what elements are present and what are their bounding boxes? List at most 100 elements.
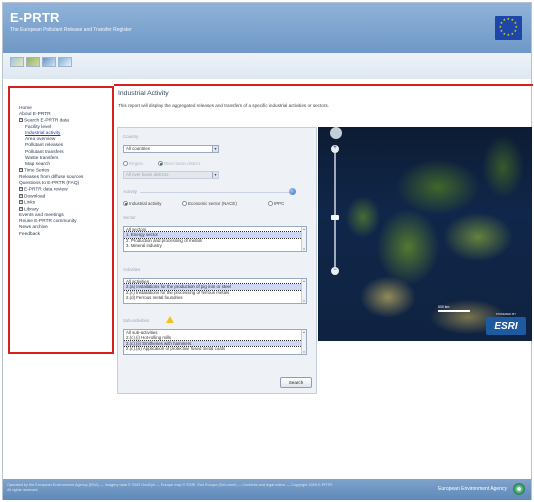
scroll-up-icon[interactable]: ▴ bbox=[302, 279, 306, 283]
sidebar-item-label: Home bbox=[19, 106, 32, 111]
radio-icon bbox=[158, 161, 163, 167]
footer-legal-text: Operated by the European Environment Age… bbox=[7, 483, 334, 492]
sidebar-item-label: Reuse E-PRTR community bbox=[19, 219, 77, 225]
collapse-icon[interactable]: − bbox=[19, 118, 23, 123]
region-radio-label: Region bbox=[129, 161, 143, 166]
page-title: Industrial Activity bbox=[118, 90, 169, 97]
economic-sector-radio[interactable]: Economic sector (NACE) bbox=[182, 201, 237, 207]
region-radio[interactable]: Region bbox=[123, 161, 143, 167]
star-icon: ★ bbox=[506, 17, 510, 22]
radio-icon bbox=[268, 201, 273, 207]
warning-icon bbox=[166, 316, 174, 323]
star-icon: ★ bbox=[502, 18, 506, 23]
star-icon: ★ bbox=[498, 25, 502, 30]
country-select-value: All countries bbox=[126, 146, 150, 151]
map-pan-control[interactable] bbox=[330, 127, 342, 139]
activities-label: Activities bbox=[123, 267, 141, 272]
thumbnail-image bbox=[58, 57, 72, 67]
sidebar-item-label: Industrial activity bbox=[25, 131, 61, 137]
zoom-out-icon[interactable]: − bbox=[331, 267, 339, 275]
map-view[interactable]: + − 500 km POWERED BY ESRI bbox=[318, 127, 532, 341]
map-zoom-slider[interactable]: + − bbox=[331, 145, 339, 275]
content-highlight-border bbox=[114, 84, 533, 86]
thumbnail-image bbox=[42, 57, 56, 67]
sidebar-item-label: Questions to E-PRTR (FAQ) bbox=[19, 180, 80, 186]
sub-activities-listbox[interactable]: All sub-activities 2.(c).(i) Hot-rolling… bbox=[123, 329, 307, 355]
industrial-activity-radio[interactable]: Industrial activity bbox=[123, 201, 162, 207]
expand-icon[interactable]: + bbox=[19, 200, 23, 205]
site-subtitle: The European Pollutant Release and Trans… bbox=[10, 27, 132, 33]
sidebar-item-label: Feedback bbox=[19, 231, 41, 237]
sidebar-item-label: Area overview bbox=[25, 137, 56, 143]
footer-agency-name[interactable]: European Environment Agency bbox=[438, 486, 507, 492]
radio-icon bbox=[182, 201, 187, 207]
star-icon: ★ bbox=[510, 32, 514, 37]
search-button[interactable]: Search bbox=[280, 377, 312, 388]
esri-logo[interactable]: POWERED BY ESRI bbox=[486, 312, 526, 335]
scale-label: 500 km bbox=[438, 305, 450, 309]
esri-logo-text: ESRI bbox=[494, 321, 518, 332]
site-header: E-PRTR The European Pollutant Release an… bbox=[3, 3, 531, 53]
sector-label: Sector bbox=[123, 215, 136, 220]
list-item[interactable]: 3. Mineral industry bbox=[124, 243, 306, 248]
star-icon: ★ bbox=[506, 33, 510, 38]
expand-icon[interactable]: + bbox=[19, 168, 23, 173]
sidebar-item-label: Facility level bbox=[25, 124, 52, 130]
list-item[interactable]: 2.(d) Ferrous metal foundries bbox=[124, 295, 306, 300]
sidebar-item-label: E-PRTR data review bbox=[24, 187, 68, 193]
zoom-in-icon[interactable]: + bbox=[331, 145, 339, 153]
country-label: Country bbox=[123, 134, 139, 139]
sidebar-item[interactable]: Feedback bbox=[19, 232, 112, 238]
star-icon: ★ bbox=[513, 29, 517, 34]
river-basin-radio[interactable]: River basin district bbox=[158, 161, 200, 167]
expand-icon[interactable]: + bbox=[19, 187, 23, 192]
scroll-down-icon[interactable]: ▾ bbox=[302, 350, 306, 354]
radio-icon bbox=[123, 161, 128, 167]
sidebar-item-label: Events and meetings bbox=[19, 213, 64, 219]
expand-icon[interactable]: + bbox=[19, 206, 23, 211]
thumbnail-image bbox=[26, 57, 40, 67]
activities-listbox[interactable]: All activities 2.(a) Installations for t… bbox=[123, 278, 307, 304]
country-select[interactable]: All countries ▾ bbox=[123, 145, 219, 153]
search-panel: Country All countries ▾ Region River bas… bbox=[117, 127, 317, 394]
sector-listbox[interactable]: All sectors 1. Energy sector 2. Producti… bbox=[123, 226, 307, 252]
list-item[interactable]: 2.(c).(iii) Application of protective fu… bbox=[124, 346, 306, 351]
sidebar-item-label: Map search bbox=[25, 162, 51, 168]
sidebar-item-label: Links bbox=[24, 200, 36, 206]
listbox-scrollbar[interactable]: ▴ ▾ bbox=[301, 330, 306, 354]
expand-icon[interactable]: + bbox=[19, 193, 23, 198]
sidebar-nav: Home About E-PRTR − Search E-PRTR data Facil… bbox=[8, 86, 114, 354]
listbox-scrollbar[interactable]: ▴ ▾ bbox=[301, 227, 306, 251]
chevron-down-icon: ▾ bbox=[212, 172, 218, 178]
site-title[interactable]: E-PRTR bbox=[10, 10, 60, 25]
star-icon: ★ bbox=[499, 29, 503, 34]
page-description: This report will display the aggregated … bbox=[118, 103, 329, 108]
scroll-down-icon[interactable]: ▾ bbox=[302, 247, 306, 251]
zoom-handle[interactable] bbox=[331, 215, 339, 220]
river-basin-select[interactable]: All river basin districts ▾ bbox=[123, 171, 219, 179]
scroll-down-icon[interactable]: ▾ bbox=[302, 299, 306, 303]
sidebar-item-label: Search E-PRTR data bbox=[24, 118, 69, 124]
economic-sector-radio-label: Economic sector (NACE) bbox=[188, 201, 237, 206]
star-icon: ★ bbox=[513, 21, 517, 26]
river-basin-radio-label: River basin district bbox=[164, 161, 200, 166]
radio-icon bbox=[123, 201, 128, 207]
eea-logo-icon[interactable] bbox=[513, 483, 525, 495]
listbox-scrollbar[interactable]: ▴ ▾ bbox=[301, 279, 306, 303]
scale-segment bbox=[438, 310, 470, 312]
sidebar-item-label: Library bbox=[24, 206, 39, 212]
eu-flag-icon: ★ ★ ★ ★ ★ ★ ★ ★ ★ ★ ★ ★ bbox=[495, 16, 522, 40]
thumbnail-image bbox=[10, 57, 24, 67]
industrial-activity-radio-label: Industrial activity bbox=[129, 201, 162, 206]
ippc-radio[interactable]: IPPC bbox=[268, 201, 284, 207]
sidebar-item-label: News archive bbox=[19, 225, 48, 231]
scroll-up-icon[interactable]: ▴ bbox=[302, 227, 306, 231]
scroll-up-icon[interactable]: ▴ bbox=[302, 330, 306, 334]
sidebar-item-label: Pollutant transfers bbox=[25, 149, 64, 155]
powered-by-label: POWERED BY bbox=[495, 312, 517, 316]
header-thumbnails bbox=[10, 57, 72, 67]
sidebar-item-label: Pollutant releases bbox=[25, 143, 64, 149]
help-icon[interactable] bbox=[289, 188, 296, 195]
river-basin-select-value: All river basin districts bbox=[126, 172, 169, 177]
zoom-track[interactable] bbox=[334, 153, 336, 267]
